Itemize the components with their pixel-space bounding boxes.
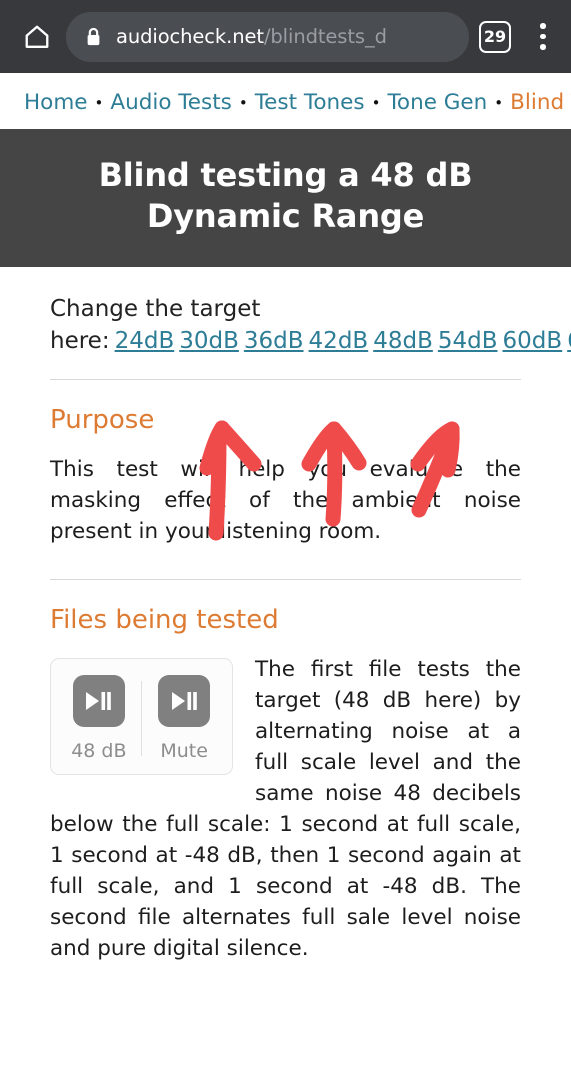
target-link-66dB[interactable]: 66dB bbox=[567, 328, 571, 354]
breadcrumb: Home • Audio Tests • Test Tones • Tone Gen • Bli… bbox=[0, 73, 571, 129]
target-link-36dB[interactable]: 36dB bbox=[244, 328, 304, 354]
home-icon bbox=[25, 25, 49, 48]
lock-icon bbox=[84, 26, 103, 48]
player-control-mute: Mute bbox=[146, 675, 222, 762]
browser-toolbar: audiocheck.net/blindtests_d 29 bbox=[0, 0, 571, 73]
breadcrumb-item-home[interactable]: Home bbox=[24, 90, 88, 115]
page-title-banner: Blind testing a 48 dB Dynamic Range bbox=[0, 129, 571, 267]
overflow-menu-icon-dot bbox=[540, 33, 546, 40]
breadcrumb-item-test-tones[interactable]: Test Tones bbox=[255, 90, 365, 115]
url-domain: audiocheck.net bbox=[116, 25, 264, 48]
play-pause-icon bbox=[171, 692, 197, 710]
page-content: Home • Audio Tests • Test Tones • Tone Gen • Bli… bbox=[0, 73, 571, 964]
article-body: Change the target here: 24dB 30dB 36dB 42dB 4… bbox=[0, 267, 571, 964]
play-pause-button-mute[interactable] bbox=[158, 675, 211, 727]
target-link-30dB[interactable]: 30dB bbox=[179, 328, 239, 354]
browser-page: audiocheck.net/blindtests_d 29 Home • Audi… bbox=[0, 0, 571, 1080]
url-text: audiocheck.net/blindtests_d bbox=[116, 25, 387, 48]
breadcrumb-separator: • bbox=[238, 94, 248, 112]
files-section-body: 48 dB Mute The first file tests the targ… bbox=[50, 654, 521, 964]
overflow-menu-icon-dot bbox=[540, 44, 546, 50]
target-link-48dB[interactable]: 48dB bbox=[373, 328, 433, 354]
target-selector: Change the target here: 24dB 30dB 36dB 42dB 4… bbox=[50, 267, 571, 357]
target-link-54dB[interactable]: 54dB bbox=[438, 328, 498, 354]
breadcrumb-item-blind-tests[interactable]: Blind Tests bbox=[510, 90, 571, 115]
breadcrumb-item-tone-gen[interactable]: Tone Gen bbox=[387, 90, 487, 115]
page-title: Blind testing a 48 dB Dynamic Range bbox=[98, 156, 473, 235]
player-label-mute: Mute bbox=[160, 740, 208, 762]
purpose-heading: Purpose bbox=[50, 405, 155, 435]
purpose-text: This test will help you evaluate the mas… bbox=[50, 457, 521, 544]
target-link-42dB[interactable]: 42dB bbox=[309, 328, 369, 354]
player-control-target: 48 dB bbox=[61, 675, 137, 762]
url-path: /blindtests_d bbox=[263, 25, 387, 48]
tab-count-button[interactable]: 29 bbox=[479, 20, 511, 53]
player-label-target: 48 dB bbox=[71, 740, 127, 762]
player-divider bbox=[140, 681, 143, 756]
target-link-60dB[interactable]: 60dB bbox=[503, 328, 563, 354]
play-pause-button-target[interactable] bbox=[72, 675, 125, 727]
files-heading: Files being tested bbox=[50, 605, 279, 635]
breadcrumb-separator: • bbox=[494, 94, 504, 112]
section-divider bbox=[50, 579, 521, 580]
target-link-24dB[interactable]: 24dB bbox=[115, 328, 175, 354]
play-pause-icon bbox=[86, 692, 112, 710]
breadcrumb-item-audio-tests[interactable]: Audio Tests bbox=[110, 90, 231, 115]
address-bar[interactable]: audiocheck.net/blindtests_d bbox=[66, 11, 469, 62]
overflow-menu-icon-dot bbox=[540, 23, 546, 29]
overflow-menu-button[interactable] bbox=[529, 17, 557, 57]
breadcrumb-separator: • bbox=[94, 94, 104, 112]
audio-player-card: 48 dB Mute bbox=[50, 658, 233, 775]
tab-count-label: 29 bbox=[483, 27, 507, 46]
home-button[interactable] bbox=[14, 14, 60, 60]
section-divider bbox=[50, 379, 521, 380]
breadcrumb-separator: • bbox=[371, 94, 381, 112]
